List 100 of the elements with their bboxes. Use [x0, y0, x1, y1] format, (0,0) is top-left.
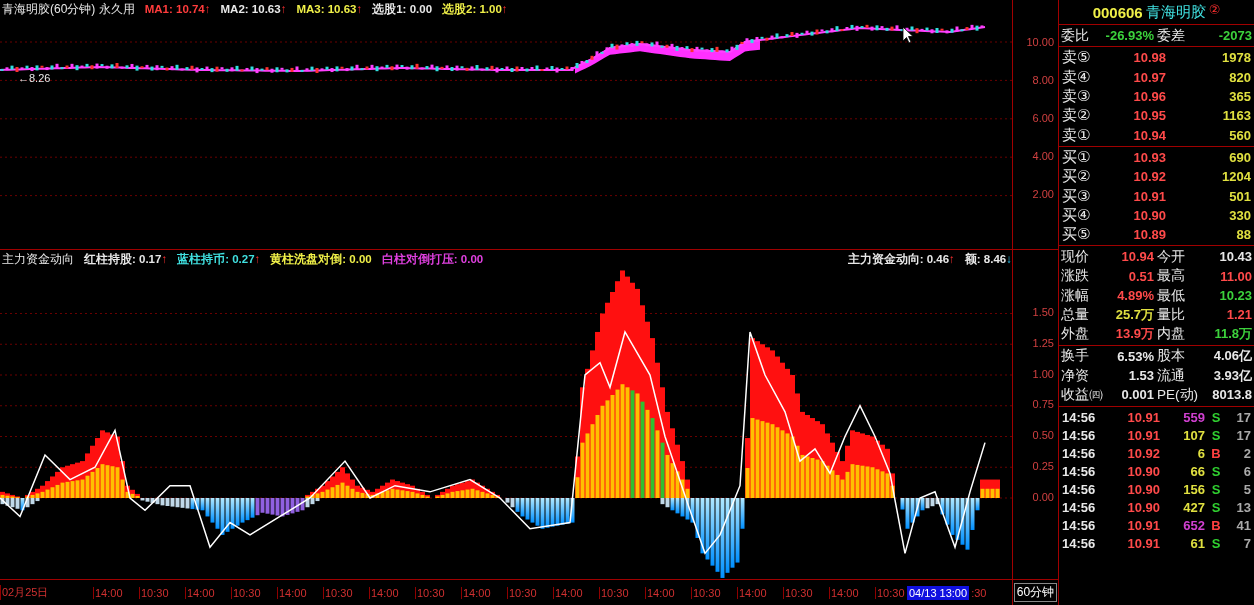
trade-price: 10.91	[1126, 536, 1160, 552]
trade-volume: 61	[1189, 536, 1205, 552]
trade-price: 10.90	[1126, 500, 1160, 516]
axis-label: 0.75	[1032, 397, 1054, 413]
order-volume: 1978	[1221, 50, 1251, 66]
legend-item: 白柱对倒打压: 0.00	[381, 251, 484, 267]
order-price: 10.96	[1132, 89, 1166, 105]
order-volume: 1163	[1221, 108, 1251, 124]
trade-side: S	[1210, 500, 1222, 516]
field-label: 股本	[1157, 347, 1186, 366]
time-label: 10:30	[231, 586, 277, 599]
axis-label: 8.00	[1032, 73, 1054, 88]
order-volume: 88	[1235, 227, 1251, 243]
field-value: 4.89%	[1116, 288, 1155, 303]
field-label: 换手	[1061, 347, 1090, 366]
legend-item: 主力资金动向: 0.46↑	[847, 251, 955, 267]
order-volume: 1204	[1221, 169, 1251, 185]
field-value: 0.51	[1127, 268, 1155, 284]
order-label: 卖①	[1062, 125, 1092, 145]
trade-count: 13	[1235, 500, 1251, 516]
trade-side: S	[1210, 536, 1222, 552]
time-label: 14:00	[553, 586, 599, 599]
field-value: 10.23	[1218, 288, 1252, 303]
trade-price: 10.91	[1126, 518, 1160, 534]
trade-price: 10.92	[1126, 446, 1160, 462]
field-label: 涨跌	[1061, 267, 1090, 286]
time-label: 10:30	[139, 586, 185, 599]
order-volume: 820	[1228, 69, 1251, 85]
legend-item: 选股2: 1.00↑	[442, 1, 508, 17]
time-label: 10:30	[691, 586, 737, 599]
axis-label: 0.00	[1032, 489, 1054, 505]
order-label: 卖②	[1062, 106, 1092, 126]
trade-price: 10.91	[1126, 428, 1160, 444]
order-label: 卖③	[1062, 87, 1092, 107]
field-value: 1.53	[1127, 368, 1155, 384]
field-label: 流通	[1157, 366, 1186, 385]
field-value: 11.00	[1219, 268, 1252, 284]
order-price: 10.91	[1132, 188, 1166, 204]
trade-time: 14:56	[1062, 518, 1097, 534]
period-button[interactable]: 60分钟	[1013, 583, 1058, 602]
order-price: 10.93	[1132, 149, 1166, 165]
axis-label: 6.00	[1032, 111, 1054, 126]
time-label: 02月25日	[0, 585, 93, 600]
order-volume: 330	[1228, 207, 1251, 223]
time-label: 10:30	[507, 586, 553, 599]
trade-volume: 107	[1182, 428, 1205, 444]
time-label: 14:00	[737, 586, 783, 599]
field-value: 11.8万	[1213, 325, 1252, 344]
field-value: 0.001	[1120, 387, 1155, 403]
field-label: 净资	[1061, 366, 1090, 385]
field-label: 最低	[1157, 286, 1186, 305]
axis-label: 1.25	[1032, 335, 1054, 351]
field-value: 4.06亿	[1212, 347, 1252, 366]
field-label: 委比	[1061, 26, 1090, 45]
trade-count: 7	[1242, 536, 1251, 552]
order-price: 10.94	[1132, 127, 1166, 143]
order-label: 买④	[1062, 205, 1092, 225]
order-label: 买⑤	[1062, 225, 1092, 245]
legend-item: 蓝柱持币: 0.27↑	[177, 251, 261, 267]
trade-time: 14:56	[1062, 500, 1097, 516]
field-label: 现价	[1061, 247, 1090, 266]
trade-volume: 652	[1182, 518, 1205, 534]
axis-label: 0.25	[1032, 458, 1054, 474]
order-price: 10.95	[1132, 108, 1166, 124]
trade-side: S	[1210, 410, 1222, 426]
order-label: 卖⑤	[1062, 48, 1092, 68]
order-volume: 690	[1228, 149, 1251, 165]
trade-volume: 6	[1196, 446, 1205, 462]
field-label: 涨幅	[1061, 286, 1090, 305]
legend-item: MA3: 10.63↑	[296, 3, 363, 15]
time-label: 10:30	[783, 586, 829, 599]
order-price: 10.92	[1132, 169, 1166, 185]
axis-label: 4.00	[1032, 149, 1054, 164]
stock-name: 青海明胶	[1145, 2, 1206, 22]
order-price: 10.98	[1132, 50, 1166, 66]
trade-count: 17	[1235, 410, 1251, 426]
time-label: :30	[970, 586, 987, 599]
trade-time: 14:56	[1062, 482, 1097, 498]
axis-label: 0.50	[1032, 428, 1054, 443]
legend-item: 额: 8.46↓	[964, 251, 1012, 267]
trade-volume: 559	[1182, 410, 1205, 426]
trade-side: B	[1210, 518, 1222, 534]
field-value: -2073	[1217, 28, 1252, 44]
field-label: 最高	[1157, 267, 1186, 286]
time-label: 10:30	[415, 586, 461, 599]
trade-time: 14:56	[1062, 410, 1097, 426]
legend-item: MA2: 10.63↑	[220, 3, 287, 15]
field-label: 总量	[1061, 305, 1090, 324]
field-value: 10.43	[1218, 249, 1252, 265]
axis-label: 10.00	[1026, 35, 1054, 50]
trade-side: S	[1210, 464, 1222, 480]
field-label: 委差	[1157, 26, 1186, 45]
trade-price: 10.90	[1126, 482, 1160, 498]
field-label: 今开	[1157, 247, 1186, 266]
field-value: 13.9万	[1114, 325, 1155, 344]
order-price: 10.89	[1132, 227, 1166, 243]
order-volume: 501	[1228, 188, 1251, 204]
trade-count: 6	[1242, 464, 1251, 480]
legend-item: 黄柱洗盘对倒: 0.00	[270, 251, 372, 267]
trade-price: 10.91	[1126, 410, 1160, 426]
